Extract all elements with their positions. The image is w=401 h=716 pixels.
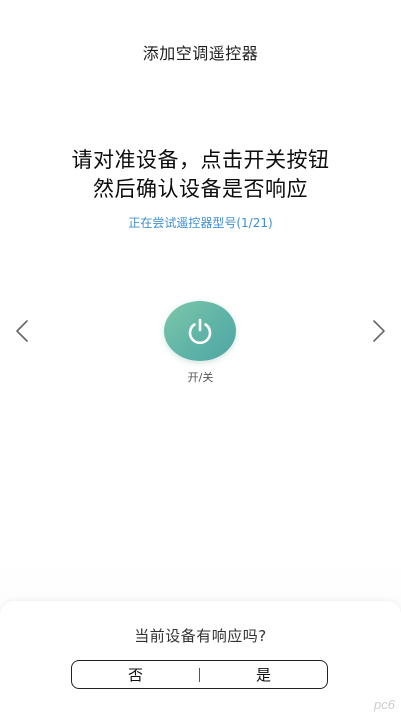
yes-button[interactable]: 是 [200,662,327,688]
power-icon [188,318,212,345]
instruction-line-2: 然后确认设备是否响应 [93,177,308,201]
answer-button-group: 否 是 [71,660,328,689]
watermark: pc6 [374,697,395,712]
instruction-text: 请对准设备，点击开关按钮 然后确认设备是否响应 [0,146,401,204]
power-label: 开/关 [187,371,214,384]
chevron-left-icon [16,320,28,342]
response-question: 当前设备有响应吗? [134,627,267,645]
power-button[interactable] [164,301,236,361]
confirm-sheet: 当前设备有响应吗? 否 是 [0,601,401,716]
next-model-button[interactable] [367,318,391,344]
previous-model-button[interactable] [10,318,34,344]
instruction-line-1: 请对准设备，点击开关按钮 [71,148,330,172]
app-screen: 添加空调遥控器 请对准设备，点击开关按钮 然后确认设备是否响应 正在尝试遥控器型… [0,0,401,716]
chevron-right-icon [373,320,385,342]
trying-model-status: 正在尝试遥控器型号(1/21) [128,216,273,230]
no-button[interactable]: 否 [72,662,199,688]
page-title: 添加空调遥控器 [142,44,259,63]
